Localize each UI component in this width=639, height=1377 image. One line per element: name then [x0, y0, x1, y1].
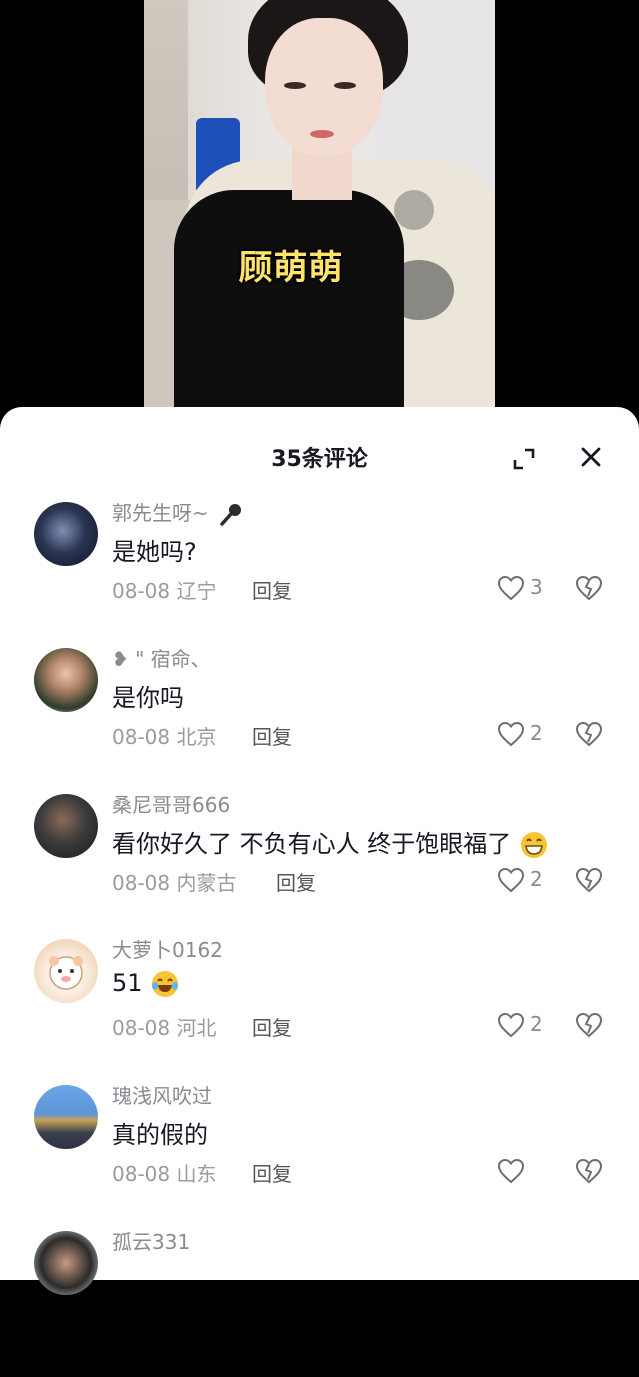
comment-item: 孤云331 [0, 1230, 639, 1377]
comment-item: 郭先生呀~ 是她吗? 08-08 辽宁 回复 3 [0, 501, 639, 648]
comment-location: 河北 [176, 1016, 217, 1040]
comment-text: 是你吗 [112, 684, 184, 712]
like-count: 2 [530, 721, 543, 745]
heart-icon[interactable] [497, 867, 525, 893]
grin-emoji-icon [520, 832, 547, 858]
broken-heart-icon[interactable] [575, 1158, 603, 1184]
comment-date: 08-08 [112, 871, 171, 895]
avatar[interactable] [34, 648, 98, 712]
heart-icon[interactable] [497, 575, 525, 601]
microphone-icon [220, 503, 242, 526]
laugh-cry-emoji-icon [152, 971, 179, 997]
comment-item: ❥ " 宿命、 是你吗 08-08 北京 回复 2 [0, 647, 639, 794]
comment-meta: 08-08 内蒙古 [112, 867, 236, 896]
comment-meta: 08-08 山东 [112, 1158, 216, 1187]
reply-button[interactable]: 回复 [252, 721, 292, 750]
avatar[interactable] [34, 502, 98, 566]
avatar[interactable] [34, 794, 98, 858]
like-count: 2 [530, 867, 543, 891]
comment-location: 内蒙古 [176, 871, 237, 895]
comment-text: 真的假的 [112, 1121, 208, 1149]
video-frame: 顾萌萌 [144, 0, 495, 407]
comment-date: 08-08 [112, 579, 171, 603]
comment-location: 山东 [176, 1162, 217, 1186]
comment-meta: 08-08 河北 [112, 1012, 216, 1041]
like-count: 3 [530, 575, 543, 599]
broken-heart-icon[interactable] [575, 1012, 603, 1038]
broken-heart-icon[interactable] [575, 867, 603, 893]
avatar[interactable] [34, 1085, 98, 1149]
comment-meta: 08-08 辽宁 [112, 575, 216, 604]
comment-text: 是她吗? [112, 538, 197, 566]
comment-username[interactable]: 郭先生呀~ [112, 497, 243, 528]
reply-button[interactable]: 回复 [252, 575, 292, 604]
comments-header: 35条评论 [0, 407, 639, 507]
close-icon[interactable] [578, 444, 604, 470]
broken-heart-icon[interactable] [575, 575, 603, 601]
comment-item: 桑尼哥哥666 看你好久了 不负有心人 终于饱眼福了 08-08 内蒙古 回复 … [0, 793, 639, 940]
comment-item: 瑰浅风吹过 真的假的 08-08 山东 回复 [0, 1084, 639, 1231]
comment-date: 08-08 [112, 725, 171, 749]
comments-sheet: 35条评论 郭先生呀~ 是她吗? 08-08 辽宁 回复 3 ❥ " 宿命、 是… [0, 407, 639, 1295]
comment-text: 51 [112, 969, 180, 999]
comment-location: 辽宁 [176, 579, 217, 603]
avatar[interactable] [34, 1231, 98, 1295]
broken-heart-icon[interactable] [575, 721, 603, 747]
heart-icon[interactable] [497, 1012, 525, 1038]
comment-username[interactable]: 孤云331 [112, 1226, 190, 1255]
sheep-cartoon-icon [49, 956, 83, 990]
heart-icon[interactable] [497, 721, 525, 747]
comment-username[interactable]: ❥ " 宿命、 [112, 643, 211, 672]
video-caption: 顾萌萌 [238, 248, 344, 288]
comment-meta: 08-08 北京 [112, 721, 216, 750]
avatar[interactable] [34, 939, 98, 1003]
comment-date: 08-08 [112, 1162, 171, 1186]
comment-username[interactable]: 大萝卜0162 [112, 934, 223, 963]
comment-username[interactable]: 桑尼哥哥666 [112, 789, 230, 818]
video-area[interactable]: 顾萌萌 [0, 0, 639, 430]
reply-button[interactable]: 回复 [252, 1012, 292, 1041]
heart-icon[interactable] [497, 1158, 525, 1184]
reply-button[interactable]: 回复 [252, 1158, 292, 1187]
comment-date: 08-08 [112, 1016, 171, 1040]
reply-button[interactable]: 回复 [276, 867, 316, 896]
comment-text: 看你好久了 不负有心人 终于饱眼福了 [112, 824, 549, 860]
comment-location: 北京 [176, 725, 217, 749]
comments-title: 35条评论 [271, 447, 368, 472]
comment-username[interactable]: 瑰浅风吹过 [112, 1080, 212, 1109]
expand-icon[interactable] [512, 447, 536, 471]
like-count: 2 [530, 1012, 543, 1036]
comment-item: 大萝卜0162 51 08-08 河北 回复 2 [0, 938, 639, 1085]
